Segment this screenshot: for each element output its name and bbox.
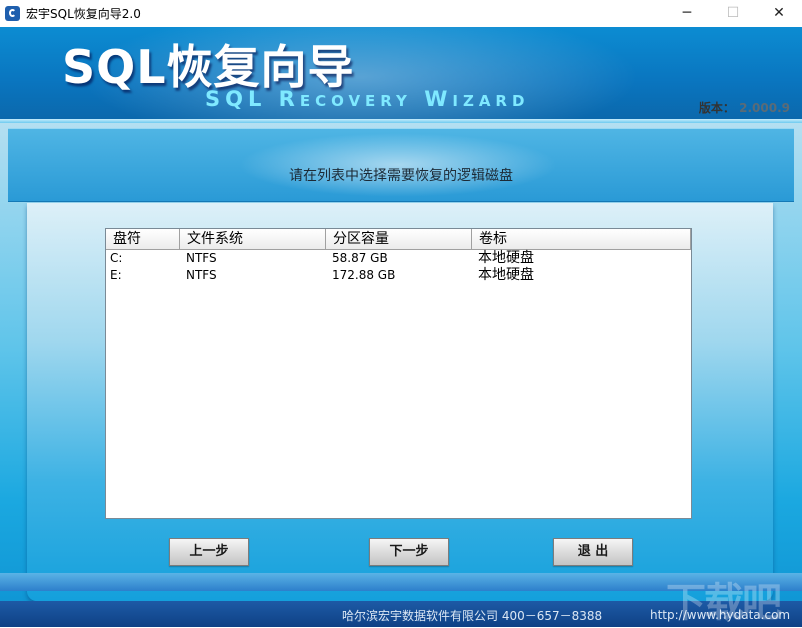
cell-volume-label: 本地硬盘 [478, 250, 534, 266]
maximize-button[interactable]: ☐ [710, 0, 756, 27]
list-header: 盘符 文件系统 分区容量 卷标 [106, 229, 691, 250]
instruction-text: 请在列表中选择需要恢复的逻辑磁盘 [289, 168, 513, 184]
version-value: 2.000.9 [739, 101, 790, 115]
window-title: 宏宇SQL恢复向导2.0 [26, 7, 141, 21]
cell-drive: E: [110, 268, 122, 282]
cell-drive: C: [110, 251, 123, 265]
disk-list[interactable]: 盘符 文件系统 分区容量 卷标 C: NTFS 58.87 GB 本地硬盘 E:… [105, 228, 692, 519]
title-bar: 宏宇SQL恢复向导2.0 ─ ☐ ✕ [0, 0, 802, 28]
header-banner: SQL恢复向导 SQL Recovery Wizard 版本： 2.000.9 [0, 27, 802, 119]
table-row[interactable]: E: NTFS 172.88 GB 本地硬盘 [106, 267, 691, 284]
exit-button[interactable]: 退 出 [553, 538, 633, 566]
app-icon [5, 6, 20, 21]
previous-step-button[interactable]: 上一步 [169, 538, 249, 566]
cell-filesystem: NTFS [186, 251, 217, 265]
cell-filesystem: NTFS [186, 268, 217, 282]
footer-company: 哈尔滨宏宇数据软件有限公司 400－657－8388 [342, 609, 603, 623]
column-header-capacity[interactable]: 分区容量 [326, 229, 472, 249]
cell-volume-label: 本地硬盘 [478, 267, 534, 283]
watermark-logo: 下载吧 [666, 580, 782, 626]
version-label: 版本： [698, 101, 735, 115]
instruction-band: 请在列表中选择需要恢复的逻辑磁盘 [8, 128, 794, 202]
next-step-button[interactable]: 下一步 [369, 538, 449, 566]
cell-capacity: 58.87 GB [332, 251, 388, 265]
cell-capacity: 172.88 GB [332, 268, 396, 282]
column-header-filesystem[interactable]: 文件系统 [180, 229, 326, 249]
close-button[interactable]: ✕ [756, 0, 802, 27]
table-row[interactable]: C: NTFS 58.87 GB 本地硬盘 [106, 250, 691, 267]
column-header-drive[interactable]: 盘符 [106, 229, 180, 249]
banner-subtitle: SQL Recovery Wizard [205, 87, 530, 111]
version-info: 版本： 2.000.9 [699, 99, 790, 116]
column-header-volume-label[interactable]: 卷标 [472, 229, 691, 249]
minimize-button[interactable]: ─ [664, 0, 710, 27]
